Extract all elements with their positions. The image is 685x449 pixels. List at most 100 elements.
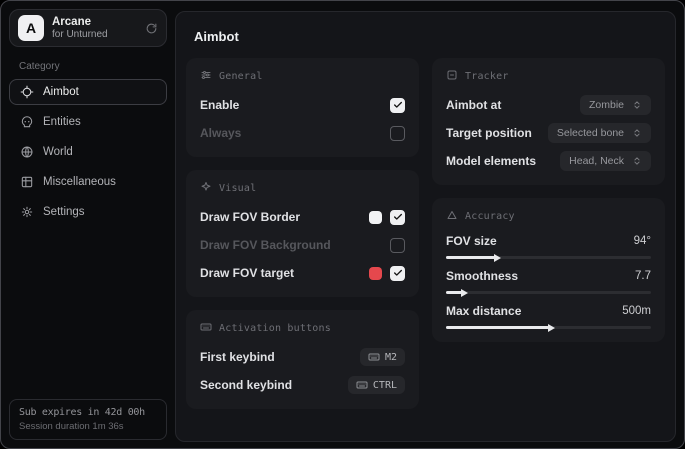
- app-logo: A: [18, 15, 44, 41]
- left-column: General Enable Always: [186, 58, 419, 409]
- fov-size-slider[interactable]: [446, 256, 651, 259]
- setting-label: Smoothness: [446, 269, 518, 283]
- sidebar-item-label: Aimbot: [43, 86, 79, 98]
- sidebar-item-settings[interactable]: Settings: [9, 199, 167, 225]
- cards-grid: General Enable Always: [186, 58, 665, 409]
- unfold-icon: [632, 128, 642, 138]
- check-icon: [393, 268, 403, 278]
- fov-target-checkbox[interactable]: [390, 266, 405, 281]
- first-keybind-button[interactable]: M2: [360, 348, 405, 366]
- grid-icon: [20, 175, 34, 189]
- slider-fill: [446, 326, 549, 329]
- arcane-window: A Arcane for Unturned Category Aimbot: [0, 0, 685, 449]
- setting-label: Always: [200, 126, 241, 140]
- section-accuracy-header: Accuracy: [446, 209, 651, 224]
- check-icon: [393, 100, 403, 110]
- setting-label: Target position: [446, 126, 532, 140]
- app-title: Arcane: [52, 16, 108, 29]
- setting-label: Max distance: [446, 304, 521, 318]
- keybind-value: M2: [385, 352, 397, 363]
- section-activation: Activation buttons First keybind M2: [186, 310, 419, 409]
- globe-icon: [20, 145, 34, 159]
- sidebar-item-label: World: [43, 146, 73, 158]
- keybind-value: CTRL: [373, 380, 397, 391]
- fov-border-color-swatch[interactable]: [369, 211, 382, 224]
- slider-value: 7.7: [635, 270, 651, 282]
- sidebar-item-entities[interactable]: Entities: [9, 109, 167, 135]
- dropdown-value: Selected bone: [557, 127, 624, 139]
- setting-row-smoothness: Smoothness 7.7: [446, 269, 651, 294]
- aimbot-at-dropdown[interactable]: Zombie: [580, 95, 651, 115]
- slider-fill: [446, 291, 462, 294]
- sidebar-item-aimbot[interactable]: Aimbot: [9, 79, 167, 105]
- slider-fill: [446, 256, 495, 259]
- keyboard-icon: [200, 321, 212, 336]
- second-keybind-button[interactable]: CTRL: [348, 376, 405, 394]
- setting-row-first-keybind: First keybind M2: [200, 346, 405, 368]
- brand-text: Arcane for Unturned: [52, 16, 108, 41]
- section-title: Visual: [219, 183, 256, 194]
- sliders-icon: [200, 69, 212, 84]
- check-icon: [393, 212, 403, 222]
- setting-row-fov-target: Draw FOV target: [200, 262, 405, 284]
- section-tracker-header: Tracker: [446, 69, 651, 84]
- setting-row-always: Always: [200, 122, 405, 144]
- setting-row-fov-border: Draw FOV Border: [200, 206, 405, 228]
- section-title: Accuracy: [465, 211, 515, 222]
- setting-row-fov-size: FOV size 94°: [446, 234, 651, 259]
- setting-label: FOV size: [446, 234, 497, 248]
- setting-row-second-keybind: Second keybind CTRL: [200, 374, 405, 396]
- sidebar-item-label: Entities: [43, 116, 81, 128]
- sidebar-item-label: Settings: [43, 206, 85, 218]
- skull-icon: [20, 115, 34, 129]
- brand-card: A Arcane for Unturned: [9, 9, 167, 47]
- section-tracker: Tracker Aimbot at Zombie: [432, 58, 665, 185]
- keyboard-icon: [356, 379, 368, 391]
- model-elements-dropdown[interactable]: Head, Neck: [560, 151, 651, 171]
- setting-row-max-distance: Max distance 500m: [446, 304, 651, 329]
- sub-expiry-text: Sub expires in 42d 00h: [19, 407, 157, 418]
- fov-target-color-swatch[interactable]: [369, 267, 382, 280]
- setting-row-model-elements: Model elements Head, Neck: [446, 150, 651, 172]
- setting-label: Draw FOV Background: [200, 238, 331, 252]
- crosshair-icon: [20, 85, 34, 99]
- triangle-icon: [446, 209, 458, 224]
- setting-row-target-position: Target position Selected bone: [446, 122, 651, 144]
- section-title: Activation buttons: [219, 323, 331, 334]
- fov-border-checkbox[interactable]: [390, 210, 405, 225]
- sidebar-nav: Aimbot Entities World Miscellaneous: [9, 79, 167, 225]
- session-duration-text: Session duration 1m 36s: [19, 421, 157, 432]
- category-label: Category: [19, 61, 167, 72]
- keyboard-icon: [368, 351, 380, 363]
- section-title: Tracker: [465, 71, 509, 82]
- setting-label: Draw FOV target: [200, 266, 294, 280]
- always-checkbox[interactable]: [390, 126, 405, 141]
- setting-label: Draw FOV Border: [200, 210, 300, 224]
- slider-value: 94°: [634, 235, 651, 247]
- page-title: Aimbot: [194, 29, 665, 44]
- unfold-icon: [632, 100, 642, 110]
- setting-label: Second keybind: [200, 378, 292, 392]
- setting-label: Enable: [200, 98, 239, 112]
- sparkle-icon: [200, 181, 212, 196]
- section-activation-header: Activation buttons: [200, 321, 405, 336]
- sidebar-item-label: Miscellaneous: [43, 176, 116, 188]
- fov-background-checkbox[interactable]: [390, 238, 405, 253]
- slider-value: 500m: [622, 305, 651, 317]
- target-box-icon: [446, 69, 458, 84]
- section-title: General: [219, 71, 263, 82]
- setting-row-enable: Enable: [200, 94, 405, 116]
- target-position-dropdown[interactable]: Selected bone: [548, 123, 651, 143]
- section-visual: Visual Draw FOV Border: [186, 170, 419, 297]
- section-accuracy: Accuracy FOV size 94°: [432, 198, 665, 342]
- setting-label: Aimbot at: [446, 98, 501, 112]
- setting-row-aimbot-at: Aimbot at Zombie: [446, 94, 651, 116]
- dropdown-value: Head, Neck: [569, 155, 624, 167]
- sidebar-item-miscellaneous[interactable]: Miscellaneous: [9, 169, 167, 195]
- sidebar-item-world[interactable]: World: [9, 139, 167, 165]
- enable-checkbox[interactable]: [390, 98, 405, 113]
- right-column: Tracker Aimbot at Zombie: [432, 58, 665, 342]
- reload-icon[interactable]: [145, 22, 158, 35]
- smoothness-slider[interactable]: [446, 291, 651, 294]
- max-distance-slider[interactable]: [446, 326, 651, 329]
